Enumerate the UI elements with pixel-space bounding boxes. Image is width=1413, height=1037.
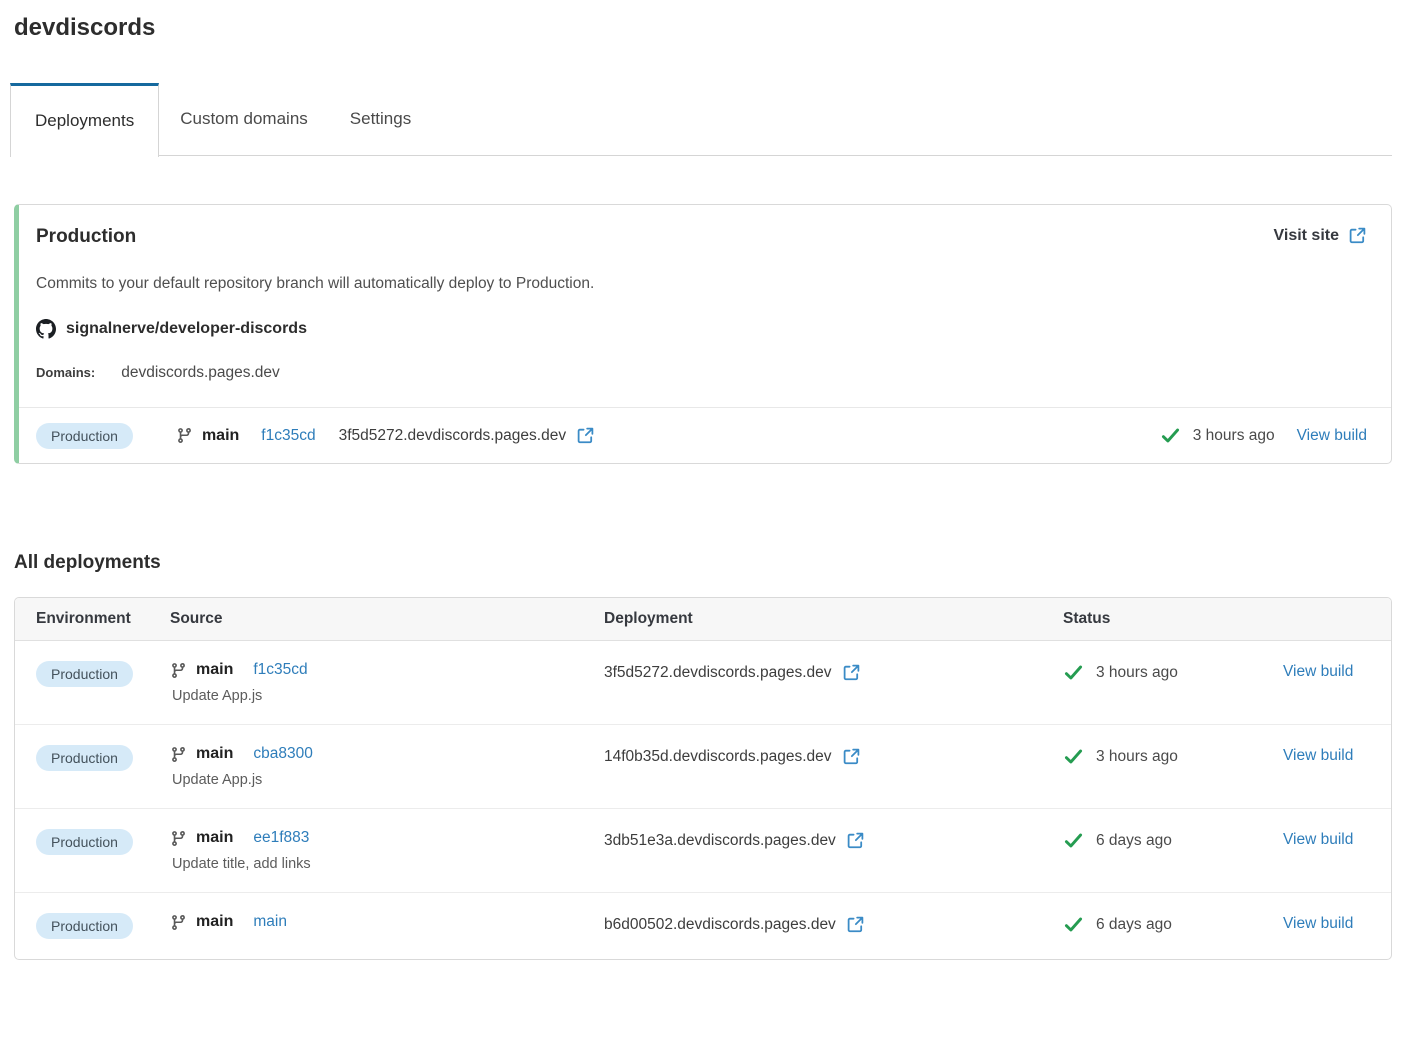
git-branch-icon (170, 830, 187, 847)
external-link-icon[interactable] (846, 915, 865, 934)
production-card-title: Production (36, 226, 136, 248)
deployment-url: 3db51e3a.devdiscords.pages.dev (604, 832, 836, 850)
commit-link[interactable]: f1c35cd (261, 427, 315, 445)
view-build-link[interactable]: View build (1297, 427, 1367, 445)
commit-message: Update App.js (170, 772, 604, 788)
production-deployment-row: Production main f1c35cd 3f5d5272.devdisc… (19, 407, 1391, 463)
page-title: devdiscords (14, 14, 1392, 42)
check-icon (1063, 662, 1084, 683)
github-icon (36, 319, 56, 339)
tab-settings[interactable]: Settings (329, 83, 432, 155)
commit-link[interactable]: cba8300 (253, 745, 312, 763)
column-header-status: Status (1063, 610, 1283, 628)
status-time: 3 hours ago (1096, 664, 1178, 682)
git-branch-icon (170, 662, 187, 679)
environment-badge: Production (36, 913, 133, 939)
commit-message: Update App.js (170, 688, 604, 704)
pages-project-page: devdiscords Deployments Custom domains S… (0, 0, 1413, 960)
check-icon (1063, 830, 1084, 851)
commit-message: Update title, add links (170, 856, 604, 872)
check-icon (1160, 425, 1181, 446)
table-row: Production main ee1f883 Update title, ad… (15, 808, 1391, 892)
branch-name: main (196, 913, 233, 931)
deployment-url: 3f5d5272.devdiscords.pages.dev (604, 664, 832, 682)
table-row: Production main f1c35cd Update App.js 3f… (15, 641, 1391, 724)
deployment-url: b6d00502.devdiscords.pages.dev (604, 916, 836, 934)
environment-badge: Production (36, 745, 133, 771)
deployment-url: 3f5d5272.devdiscords.pages.dev (339, 427, 567, 445)
tab-custom-domains[interactable]: Custom domains (159, 83, 329, 155)
visit-site-link[interactable]: Visit site (1273, 226, 1367, 245)
status-time: 6 days ago (1096, 832, 1172, 850)
view-build-link[interactable]: View build (1283, 747, 1353, 764)
tab-bar: Deployments Custom domains Settings (14, 83, 1392, 156)
git-branch-icon (170, 746, 187, 763)
tab-deployments[interactable]: Deployments (10, 83, 159, 157)
repository-name[interactable]: signalnerve/developer-discords (66, 320, 307, 338)
external-link-icon[interactable] (576, 426, 595, 445)
column-header-source: Source (170, 610, 604, 628)
deployments-table: Environment Source Deployment Status Pro… (14, 597, 1392, 960)
branch-name: main (202, 427, 239, 445)
commit-link[interactable]: main (253, 913, 287, 931)
git-branch-icon (176, 427, 193, 444)
status-time: 3 hours ago (1096, 748, 1178, 766)
commit-link[interactable]: f1c35cd (253, 661, 307, 679)
view-build-link[interactable]: View build (1283, 915, 1353, 932)
view-build-link[interactable]: View build (1283, 663, 1353, 680)
check-icon (1063, 746, 1084, 767)
commit-link[interactable]: ee1f883 (253, 829, 309, 847)
branch-name: main (196, 829, 233, 847)
table-row: Production main main b6d00502.devdiscord… (15, 892, 1391, 959)
external-link-icon (1348, 226, 1367, 245)
view-build-link[interactable]: View build (1283, 831, 1353, 848)
status-time: 3 hours ago (1193, 427, 1275, 445)
branch-name: main (196, 661, 233, 679)
column-header-deployment: Deployment (604, 610, 1063, 628)
git-branch-icon (170, 914, 187, 931)
external-link-icon[interactable] (842, 747, 861, 766)
branch-name: main (196, 745, 233, 763)
all-deployments-title: All deployments (14, 552, 1392, 574)
domains-label: Domains: (36, 365, 95, 380)
production-description: Commits to your default repository branc… (36, 275, 1367, 293)
visit-site-label: Visit site (1273, 227, 1339, 245)
environment-badge: Production (36, 423, 133, 449)
external-link-icon[interactable] (846, 831, 865, 850)
deployment-url: 14f0b35d.devdiscords.pages.dev (604, 748, 832, 766)
check-icon (1063, 914, 1084, 935)
column-header-environment: Environment (36, 610, 170, 628)
table-header-row: Environment Source Deployment Status (15, 598, 1391, 641)
environment-badge: Production (36, 661, 133, 687)
table-row: Production main cba8300 Update App.js 14… (15, 724, 1391, 808)
status-time: 6 days ago (1096, 916, 1172, 934)
environment-badge: Production (36, 829, 133, 855)
production-card: Production Visit site Commits to your de… (14, 204, 1392, 464)
external-link-icon[interactable] (842, 663, 861, 682)
domains-value: devdiscords.pages.dev (121, 364, 280, 382)
